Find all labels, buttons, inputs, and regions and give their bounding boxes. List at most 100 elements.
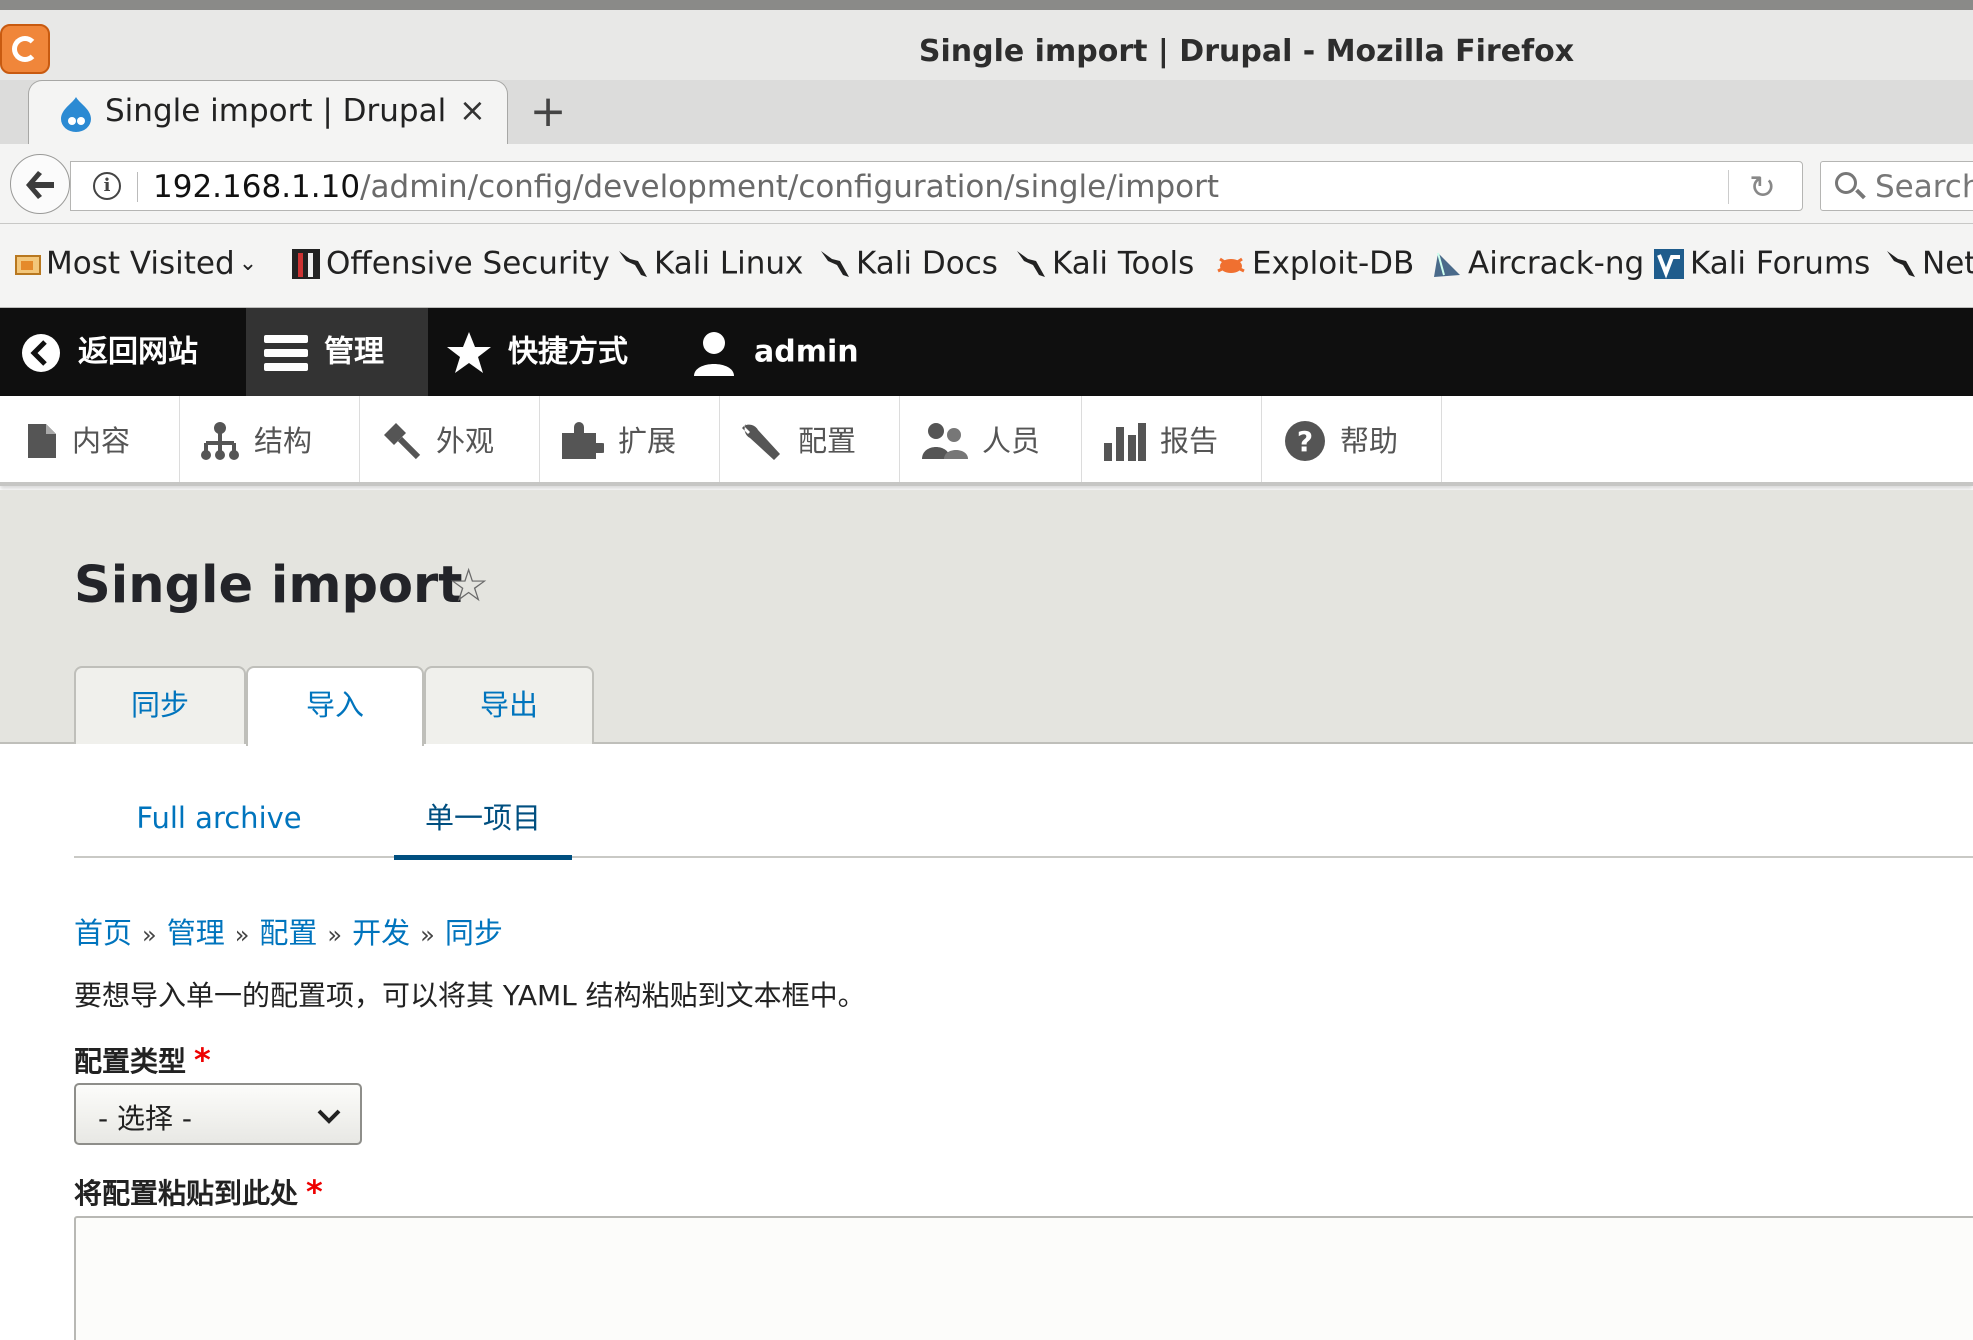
breadcrumb-development[interactable]: 开发 (352, 916, 410, 950)
hamburger-icon (264, 334, 308, 371)
bookmark-label: Net (1922, 245, 1973, 282)
star-icon (447, 331, 491, 373)
search-placeholder: Search (1875, 169, 1973, 205)
extend-icon (562, 422, 604, 459)
page-header: Single import ☆ 同步 导入 导出 (0, 490, 1973, 746)
url-host: 192.168.1.10 (153, 169, 361, 205)
shortcuts-tab[interactable]: 快捷方式 (446, 308, 628, 396)
people-icon (922, 423, 968, 459)
reports-icon (1104, 423, 1146, 461)
tray-item-appearance[interactable]: 外观 (360, 396, 540, 482)
tab-strip: Single import | Drupal × + (0, 80, 1973, 144)
breadcrumb-admin[interactable]: 管理 (167, 916, 225, 950)
user-tab[interactable]: admin (692, 308, 859, 396)
manage-tab[interactable]: 管理 (246, 308, 428, 396)
breadcrumb-config[interactable]: 配置 (259, 916, 317, 950)
navigation-bar: i 192.168.1.10/admin/config/development/… (0, 144, 1973, 224)
tab-import[interactable]: 导入 (246, 666, 424, 746)
bookmark-net[interactable]: Net (1884, 244, 1973, 288)
search-bar[interactable]: Search (1820, 161, 1973, 211)
back-arrow-icon (26, 171, 54, 199)
offsec-icon (292, 248, 320, 279)
bookmark-label: Kali Docs (856, 245, 998, 282)
url-text[interactable]: 192.168.1.10/admin/config/development/co… (153, 169, 1219, 205)
config-type-selected-value: - 选择 - (98, 1102, 193, 1135)
kali-dragon-icon (1017, 250, 1045, 277)
url-bar[interactable]: i 192.168.1.10/admin/config/development/… (70, 161, 1803, 211)
tab-full-archive[interactable]: Full archive (74, 770, 364, 858)
bookmark-label: Aircrack-ng (1468, 245, 1645, 282)
breadcrumb-separator: » (234, 921, 250, 949)
bookmark-label: Offensive Security (326, 245, 610, 282)
kali-dragon-icon (1887, 250, 1915, 277)
back-circle-icon (22, 333, 60, 372)
bookmark-label: Exploit-DB (1252, 245, 1415, 282)
bookmark-aircrack-ng[interactable]: Aircrack-ng (1430, 244, 1644, 288)
user-label: admin (754, 334, 859, 370)
config-type-select[interactable]: - 选择 - (74, 1083, 362, 1145)
config-type-label: 配置类型 * (74, 1040, 211, 1080)
tray-item-content[interactable]: 内容 (0, 396, 180, 482)
tray-item-people[interactable]: 人员 (900, 396, 1082, 482)
config-type-label-text: 配置类型 (74, 1045, 187, 1078)
breadcrumb-sync[interactable]: 同步 (445, 916, 503, 950)
tray-item-extend[interactable]: 扩展 (540, 396, 720, 482)
back-to-site-label: 返回网站 (78, 334, 198, 370)
svg-text:?: ? (1297, 425, 1313, 458)
bookmark-exploit-db[interactable]: Exploit-DB (1214, 244, 1414, 288)
new-tab-button[interactable]: + (528, 80, 568, 144)
content-icon (28, 424, 56, 458)
add-shortcut-star-icon[interactable]: ☆ (448, 558, 489, 612)
tray-label: 内容 (72, 424, 131, 458)
bookmark-kali-linux[interactable]: Kali Linux (616, 244, 803, 288)
paste-config-label-text: 将配置粘贴到此处 (74, 1177, 299, 1210)
breadcrumb: 首页 » 管理 » 配置 » 开发 » 同步 (74, 910, 503, 952)
appearance-icon (384, 423, 421, 460)
bookmark-label: Most Visited (46, 245, 235, 282)
breadcrumb-separator: » (420, 921, 435, 949)
folder-icon (15, 254, 41, 275)
help-text: 要想导入单一的配置项，可以将其 YAML 结构粘贴到文本框中。 (74, 979, 866, 1012)
breadcrumb-home[interactable]: 首页 (74, 916, 132, 950)
url-path: /admin/config/development/configuration/… (360, 169, 1219, 205)
tray-item-configuration[interactable]: 配置 (720, 396, 900, 482)
wrench-icon (742, 424, 780, 460)
tray-item-help[interactable]: ? 帮助 (1262, 396, 1442, 482)
bookmark-most-visited[interactable]: Most Visited ⌄ (14, 244, 257, 288)
tab-export[interactable]: 导出 (424, 666, 594, 744)
window-title: Single import | Drupal - Mozilla Firefox (918, 34, 1575, 69)
paste-config-label: 将配置粘贴到此处 * (74, 1172, 323, 1212)
bookmark-offensive-security[interactable]: Offensive Security (290, 244, 610, 288)
tray-item-structure[interactable]: 结构 (180, 396, 360, 482)
tray-label: 报告 (1160, 424, 1219, 458)
search-icon (1835, 172, 1857, 194)
bookmark-kali-docs[interactable]: Kali Docs (818, 244, 998, 288)
shortcuts-label: 快捷方式 (508, 334, 628, 370)
reload-divider (1728, 170, 1729, 204)
tab-close-icon[interactable]: × (459, 91, 486, 129)
exploitdb-icon (1217, 257, 1245, 273)
secondary-tabs: Full archive 单一项目 (74, 770, 1973, 860)
back-button[interactable] (10, 154, 70, 214)
browser-tab[interactable]: Single import | Drupal × (28, 80, 508, 144)
url-divider (137, 172, 138, 202)
config-paste-textarea[interactable] (74, 1216, 1973, 1340)
window-titlebar: Single import | Drupal - Mozilla Firefox (0, 0, 1973, 80)
page-title: Single import (74, 556, 463, 615)
admin-menu-tray: 内容 结构 外观 扩展 配置 人员 报告 ? 帮助 (0, 396, 1973, 486)
bookmark-kali-tools[interactable]: Kali Tools (1014, 244, 1194, 288)
bookmark-label: Kali Tools (1052, 245, 1195, 282)
tray-item-reports[interactable]: 报告 (1082, 396, 1262, 482)
chevron-down-icon (317, 1109, 341, 1124)
kali-dragon-icon (821, 250, 849, 277)
reload-icon[interactable]: ↻ (1749, 168, 1776, 206)
tab-sync[interactable]: 同步 (74, 666, 246, 744)
required-marker: * (306, 1173, 323, 1211)
back-to-site-link[interactable]: 返回网站 (20, 308, 198, 396)
tab-single-item[interactable]: 单一项目 (394, 770, 572, 860)
tray-label: 结构 (254, 424, 313, 458)
breadcrumb-separator: » (327, 921, 343, 949)
bookmark-kali-forums[interactable]: Kali Forums (1652, 244, 1870, 288)
site-info-icon[interactable]: i (93, 172, 121, 200)
drupal-toolbar: 返回网站 管理 快捷方式 admin (0, 308, 1973, 396)
